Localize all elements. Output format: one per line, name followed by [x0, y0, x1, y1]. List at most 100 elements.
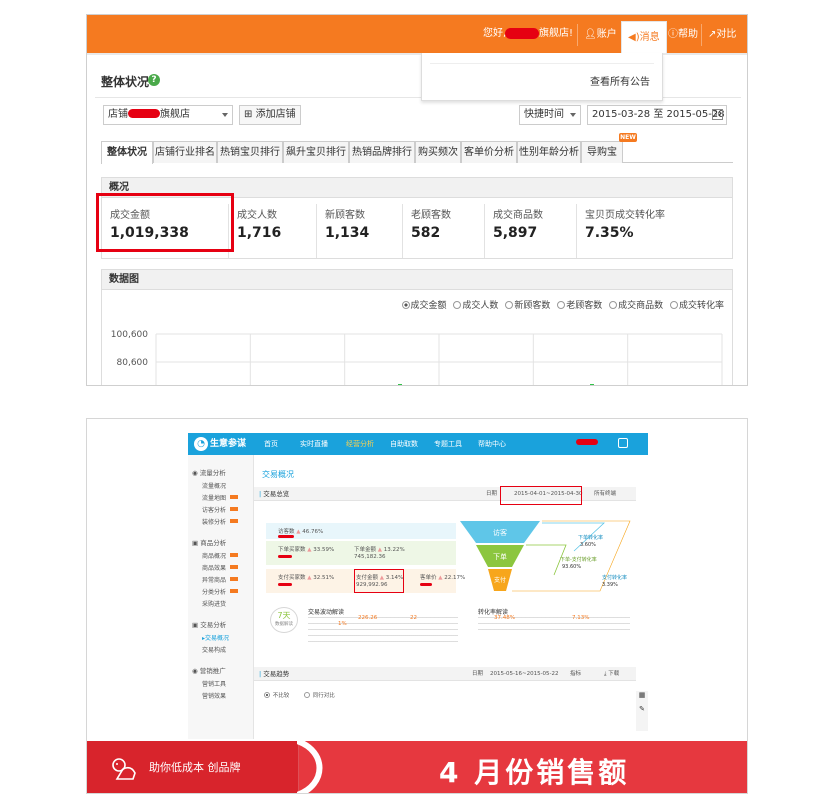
nav-help-center[interactable]: 帮助中心 [478, 433, 506, 455]
sidebar-item[interactable]: 异常商品 [202, 575, 239, 584]
sidebar-item[interactable]: 访客分析 [202, 505, 239, 514]
report-tabs: 整体状况 店铺行业排名 热销宝贝排行 飙升宝贝排行 热销品牌排行 购买频次 客单… [101, 133, 733, 164]
svg-text:下单转化率: 下单转化率 [578, 534, 603, 541]
top-nav-bar: ◔ 生意参谋 首页 实时直播 经营分析 自助取数 专题工具 帮助中心 [188, 433, 648, 455]
qrcode-icon[interactable]: ▦ [636, 691, 648, 699]
sidebar-group: ◉ 流量分析 [192, 469, 226, 477]
download-icon: ⤓ [604, 671, 607, 677]
nav-business-analysis[interactable]: 经营分析 [346, 433, 374, 455]
banner-wave [297, 741, 347, 793]
tab-shop-industry-rank[interactable]: 店铺行业排名 [153, 141, 217, 163]
compare-button[interactable]: ↗对比 [701, 24, 742, 46]
help-button[interactable]: ⓘ帮助 [661, 24, 704, 46]
sidebar-item[interactable]: 装修分析 [202, 517, 239, 526]
user-icon: 👤︎ [584, 29, 597, 40]
tab-purchase-frequency[interactable]: 购买频次 [415, 141, 461, 163]
trend-date-range[interactable]: 2015-05-16~2015-05-22 [490, 667, 559, 681]
date-range-input[interactable]: 2015-03-28 至 2015-05-28 30 [587, 105, 727, 125]
sidebar-item[interactable]: 流量地图 [202, 493, 239, 502]
kpi-card: 宝贝页成交转化率 7.35% [576, 204, 732, 258]
nav-realtime[interactable]: 实时直播 [300, 433, 328, 455]
sidebar-item[interactable]: 流量概况 [202, 481, 226, 490]
kpi-card: 新顾客数 1,134 [316, 204, 402, 258]
tab-shopping-guide[interactable]: 导购宝 [581, 141, 623, 163]
sidebar-item[interactable]: 营销效果 [202, 691, 226, 700]
kpi-card: 成交人数 1,716 [228, 204, 316, 258]
tab-unit-price-analysis[interactable]: 客单价分析 [461, 141, 517, 163]
redacted-user [576, 439, 598, 445]
calendar-icon[interactable]: 30 [712, 109, 723, 120]
new-badge-icon [230, 589, 239, 593]
kpi-card: 老顾客数 582 [402, 204, 484, 258]
sidebar-item[interactable]: 分类分析 [202, 587, 239, 596]
svg-text:93.60%: 93.60% [562, 564, 581, 570]
page-title: 交易概况 [262, 470, 294, 479]
add-shop-button[interactable]: ⊞ 添加店铺 [239, 105, 301, 125]
funnel-stage-label: 下单 [493, 552, 507, 561]
tab-rising-items-rank[interactable]: 飙升宝贝排行 [283, 141, 349, 163]
quick-time-select[interactable]: 快捷时间 [519, 105, 581, 125]
radio-icon [505, 301, 514, 309]
nav-special-tools[interactable]: 专题工具 [434, 433, 462, 455]
radio-icon [609, 301, 618, 309]
new-badge-icon [230, 577, 239, 581]
speaker-icon: ◀) [628, 32, 640, 43]
redacted-shop-name [505, 28, 539, 39]
radio-peer-compare[interactable]: 同行对比 [304, 691, 335, 699]
chart-heading: 数据图 [102, 270, 732, 290]
new-badge-icon [230, 495, 239, 499]
y-tick-label: 80,600 [117, 358, 149, 368]
side-toolbar: ▦ ✎ [636, 691, 648, 731]
tab-gender-age-analysis[interactable]: 性别年龄分析 [517, 141, 581, 163]
metric-select[interactable]: 指标 [570, 667, 581, 681]
page-title: 整体状况 [101, 75, 150, 89]
tab-hot-items-rank[interactable]: 热销宝贝排行 [217, 141, 283, 163]
bar-top [590, 384, 594, 385]
sidebar-item-active[interactable]: ▸交易概况 [202, 633, 229, 642]
sidebar-group: ▣ 商品分析 [192, 539, 227, 547]
svg-text:支付转化率: 支付转化率 [602, 574, 627, 581]
nav-self-service-data[interactable]: 自助取数 [390, 433, 418, 455]
sidebar-item[interactable]: 交易构成 [202, 645, 226, 654]
svg-text:下单-支付转化率: 下单-支付转化率 [560, 556, 597, 563]
messages-button[interactable]: ◀)消息 [621, 21, 667, 53]
y-tick-label: 100,600 [111, 330, 148, 340]
kpi-card: 成交商品数 5,897 [484, 204, 576, 258]
banner-slogan: 助你低成本 创品牌 [149, 761, 241, 774]
divider [430, 63, 654, 64]
new-badge-icon [230, 553, 239, 557]
tab-overall[interactable]: 整体状况 [101, 141, 153, 164]
view-all-announcements-link[interactable]: 查看所有公告 [590, 73, 650, 88]
greeting-prefix: 您好, [483, 28, 507, 39]
sidebar-item[interactable]: 商品效果 [202, 563, 239, 572]
help-icon: ⓘ [668, 29, 678, 40]
redaction-mark [278, 583, 292, 586]
tab-hot-brands-rank[interactable]: 热销品牌排行 [349, 141, 415, 163]
highlight-frame [354, 569, 404, 593]
svg-text:3.39%: 3.39% [602, 582, 618, 588]
banner-headline: 4 月份销售额 [439, 756, 630, 789]
radio-no-compare[interactable]: 不比较 [264, 691, 289, 699]
days-badge: 7天 数据解读 [270, 607, 298, 633]
sales-chart: 100,60080,60060,600 [111, 330, 723, 385]
download-button[interactable]: ⤓ 下载 [604, 667, 619, 681]
main-content: 交易概况 | 交易总览 日期 2015-04-01~2015-04-30 所有终… [254, 455, 648, 739]
trade-fluctuation-title: 交易波动解读 [308, 609, 345, 616]
sidebar-group: ◉ 营销推广 [192, 667, 226, 675]
redacted-shop-name [128, 109, 160, 118]
sidebar-item[interactable]: 商品概况 [202, 551, 239, 560]
feedback-icon[interactable]: ✎ [636, 705, 648, 713]
radio-selected-icon [264, 692, 270, 698]
sidebar-item[interactable]: 采购进货 [202, 599, 226, 608]
radio-icon [304, 692, 310, 698]
account-button[interactable]: 👤︎账户 [577, 24, 623, 46]
question-icon[interactable]: ? [148, 74, 160, 86]
logout-icon[interactable] [618, 438, 628, 448]
nav-home[interactable]: 首页 [264, 433, 278, 455]
new-badge-icon [230, 519, 239, 523]
terminal-select[interactable]: 所有终端 [594, 487, 616, 501]
sidebar-item[interactable]: 营销工具 [202, 679, 226, 688]
new-badge: NEW [619, 133, 637, 142]
radio-icon [669, 301, 678, 309]
shop-select[interactable]: 店铺 旗舰店 [103, 105, 233, 125]
